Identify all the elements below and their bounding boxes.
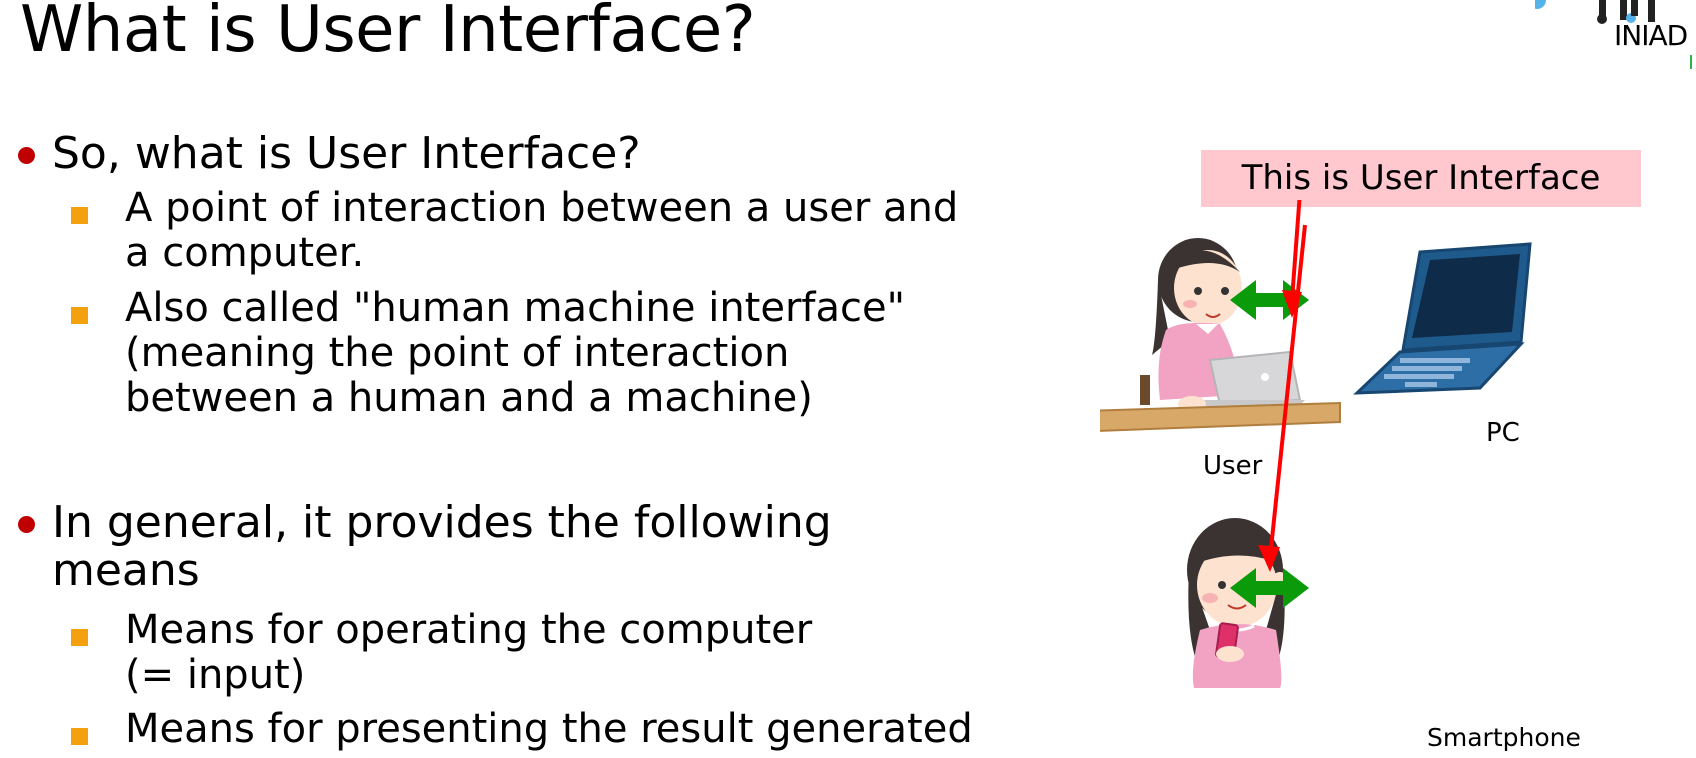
- sub-bullet-item: A point of interaction between a user an…: [71, 185, 959, 276]
- sub-bullet-item: Also called "human machine interface" (m…: [71, 285, 905, 421]
- bullet-dot-icon: [18, 147, 35, 164]
- sub-bullet-square-icon: [71, 307, 88, 324]
- laptop-pc-illustration: [1353, 242, 1532, 395]
- user-label: User: [1203, 451, 1263, 481]
- ui-diagram-illustration: [1100, 200, 1532, 688]
- sub-bullet-item: Means for presenting the result generate…: [71, 706, 973, 752]
- sub-bullet-line: A point of interaction between a user an…: [125, 185, 959, 231]
- sub-bullet-square-icon: [71, 629, 88, 646]
- sub-bullet-line: (meaning the point of interaction: [125, 330, 790, 376]
- sub-bullet-line: (= input): [125, 652, 306, 698]
- bullet-line: means: [52, 545, 200, 596]
- sub-bullet-square-icon: [71, 728, 88, 745]
- sub-bullet-item: Means for operating the computer (= inpu…: [71, 607, 813, 698]
- sub-bullet-line: between a human and a machine): [125, 375, 813, 421]
- user-at-desk-illustration: [1100, 238, 1341, 432]
- bullet-line: In general, it provides the following: [52, 497, 832, 548]
- sub-bullet-line: Means for operating the computer: [125, 607, 813, 653]
- bullet-item: In general, it provides the following me…: [18, 497, 832, 596]
- smartphone-label: Smartphone: [1427, 723, 1581, 752]
- sub-bullet-square-icon: [71, 207, 88, 224]
- sub-bullet-line: a computer.: [125, 230, 365, 276]
- sub-bullet-line: Means for presenting the result generate…: [125, 706, 973, 752]
- ui-caption-box: This is User Interface: [1201, 150, 1641, 207]
- pc-label: PC: [1486, 418, 1520, 448]
- sub-bullet-line: Also called "human machine interface": [125, 285, 905, 331]
- bullet-text: So, what is User Interface?: [52, 128, 641, 179]
- logo-text: INIAD: [1614, 19, 1688, 52]
- bullet-list: So, what is User Interface? A point of i…: [0, 0, 1000, 758]
- bullet-dot-icon: [18, 516, 35, 533]
- bullet-item: So, what is User Interface?: [18, 128, 641, 179]
